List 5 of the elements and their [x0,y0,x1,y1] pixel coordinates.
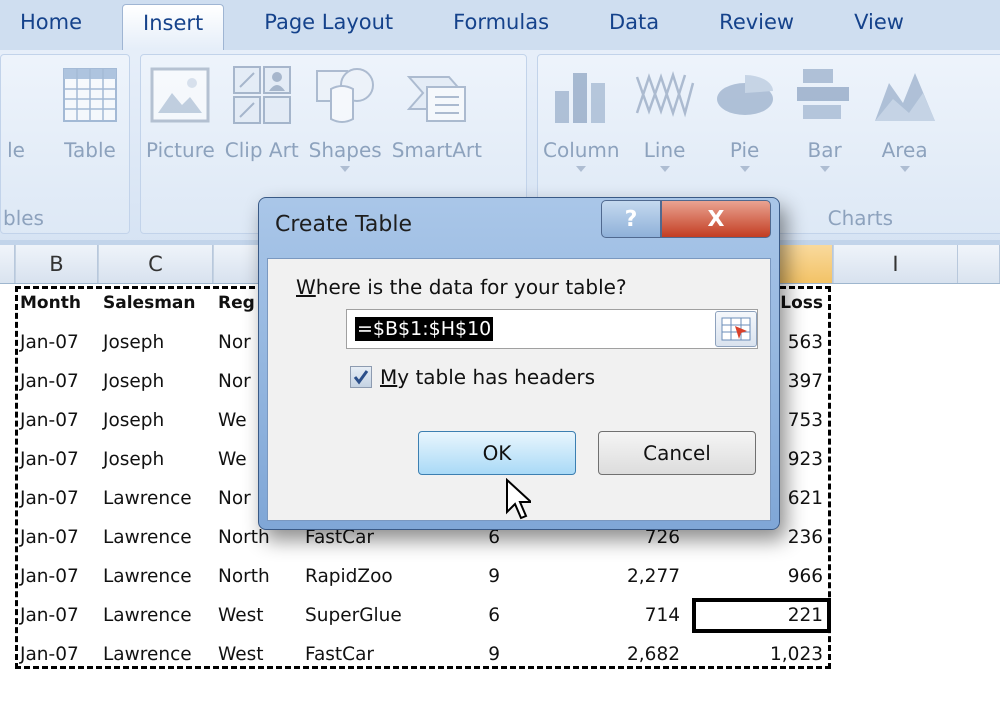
prompt-label: Where is the data for your table? [296,275,627,299]
checkbox-label: My table has headers [380,365,596,389]
dialog-title: Create Table [275,212,413,237]
group-label: Charts [828,205,893,232]
group-label: bles [2,205,45,232]
